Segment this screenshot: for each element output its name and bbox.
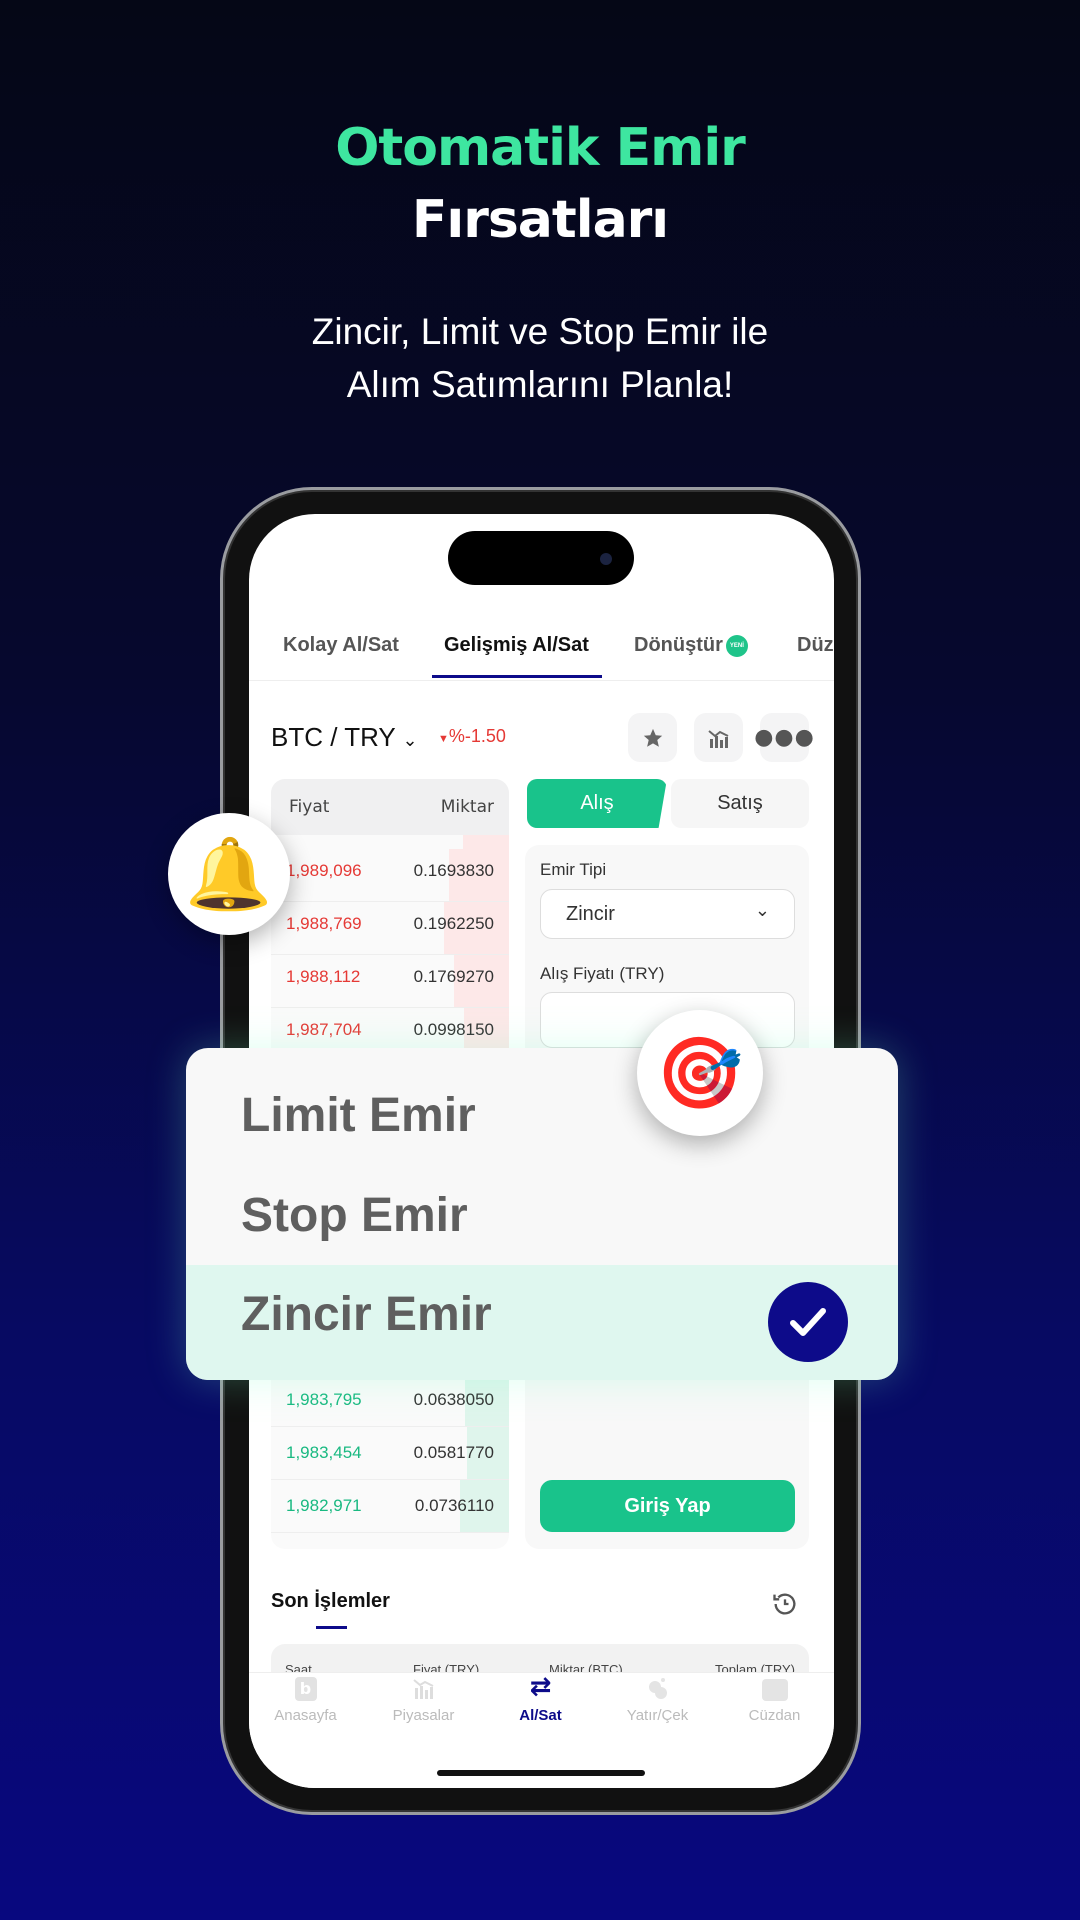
bid-amount: 0.0638050	[413, 1390, 494, 1409]
target-badge: 🎯	[637, 1010, 763, 1136]
menu-item-zincir[interactable]: Zincir Emir	[186, 1265, 898, 1380]
tab-duz[interactable]: Düz	[797, 634, 834, 657]
history-icon	[773, 1593, 796, 1615]
nav-label: Piyasalar	[392, 1707, 455, 1724]
login-button[interactable]: Giriş Yap	[540, 1480, 795, 1532]
order-type-select[interactable]: Zincir ⌄	[540, 889, 795, 939]
down-triangle-icon: ▼	[438, 733, 449, 745]
more-button[interactable]: ●●●	[754, 713, 814, 762]
bid-row[interactable]: 1,982,971 0.0736110	[271, 1480, 509, 1533]
tab-divider	[249, 680, 834, 681]
tab-donustur-label: Dönüştür	[634, 634, 723, 656]
nav-markets[interactable]: Piyasalar	[365, 1671, 482, 1724]
ask-amount: 0.1693830	[413, 861, 494, 880]
bid-amount: 0.0736110	[414, 1496, 494, 1515]
order-type-label: Emir Tipi	[540, 860, 607, 879]
target-dart-icon: 🎯	[656, 1032, 744, 1114]
ask-amount: 0.1962250	[413, 914, 494, 933]
nav-label: Anasayfa	[274, 1707, 337, 1724]
order-type-menu: Limit Emir Stop Emir Zincir Emir	[186, 1048, 898, 1380]
depth-bar	[463, 835, 509, 849]
ask-amount: 0.1769270	[413, 967, 494, 986]
menu-item-zincir-label: Zincir Emir	[241, 1288, 492, 1341]
header-amount: Miktar	[440, 797, 494, 817]
pair-selector[interactable]: BTC / TRY ⌄	[271, 722, 418, 753]
ask-price: 1,988,112	[286, 967, 361, 986]
home-indicator	[437, 1770, 645, 1776]
ask-price: 1,987,704	[286, 1020, 362, 1039]
chevron-down-icon: ⌄	[402, 730, 418, 750]
ask-row[interactable]: 1,989,096 0.1693830	[271, 849, 509, 902]
more-icon: ●●●	[754, 725, 815, 750]
bid-price: 1,983,795	[286, 1390, 362, 1409]
history-button[interactable]	[771, 1590, 799, 1622]
pair-name: BTC / TRY	[271, 722, 396, 752]
nav-home[interactable]: b Anasayfa	[247, 1671, 364, 1724]
ask-row[interactable]: 1,988,769 0.1962250	[271, 902, 509, 955]
ask-price: 1,988,769	[286, 914, 362, 933]
coins-icon	[648, 1678, 667, 1699]
bell-badge: 🔔	[168, 813, 290, 935]
chart-button[interactable]	[694, 713, 743, 762]
hero-title-line1: Otomatik Emir	[335, 118, 746, 178]
price-change: ▼%-1.50	[438, 726, 506, 747]
sell-tab[interactable]: Satış	[671, 779, 809, 828]
bid-row[interactable]: 1,983,795 0.0638050	[271, 1374, 509, 1427]
recent-trades-title[interactable]: Son İşlemler	[271, 1590, 390, 1613]
nav-trade[interactable]: ⇄ Al/Sat	[482, 1671, 599, 1724]
chevron-down-icon: ⌄	[754, 900, 770, 921]
bid-row[interactable]: 1,983,454 0.0581770	[271, 1427, 509, 1480]
favorite-button[interactable]	[628, 713, 677, 762]
menu-item-limit[interactable]: Limit Emir	[241, 1088, 476, 1143]
nav-deposit[interactable]: Yatır/Çek	[599, 1671, 716, 1724]
wallet-icon	[761, 1679, 788, 1701]
bid-amount: 0.0581770	[413, 1443, 494, 1462]
menu-item-stop[interactable]: Stop Emir	[241, 1188, 468, 1243]
hero-subtitle-line2: Alım Satımlarını Planla!	[346, 364, 734, 405]
new-badge: YENİ	[725, 634, 748, 657]
tab-donustur[interactable]: Dönüştür YENİ	[634, 634, 748, 657]
ask-amount: 0.0998150	[413, 1020, 494, 1039]
swap-arrows-icon: ⇄	[529, 1672, 552, 1702]
tab-kolay[interactable]: Kolay Al/Sat	[283, 634, 399, 657]
order-type-value: Zincir	[566, 903, 615, 925]
price-label: Alış Fiyatı (TRY)	[540, 964, 665, 983]
ask-price: 1,989,096	[286, 861, 362, 880]
home-logo-icon: b	[294, 1677, 317, 1701]
chart-icon	[707, 729, 728, 748]
nav-label: Cüzdan	[748, 1707, 801, 1724]
bid-price: 1,983,454	[286, 1443, 362, 1462]
bid-price: 1,982,971	[286, 1496, 362, 1515]
price-change-value: %-1.50	[448, 726, 506, 746]
hero-subtitle-line1: Zincir, Limit ve Stop Emir ile	[311, 311, 769, 352]
recent-trades-indicator	[316, 1626, 347, 1629]
ask-row[interactable]: 1,988,112 0.1769270	[271, 955, 509, 1008]
nav-wallet[interactable]: Cüzdan	[716, 1671, 833, 1724]
tab-gelismis[interactable]: Gelişmiş Al/Sat	[444, 634, 589, 657]
camera-icon	[600, 553, 612, 565]
active-tab-indicator	[432, 675, 602, 678]
check-icon	[768, 1282, 848, 1362]
bell-icon: 🔔	[185, 833, 273, 915]
order-book-header: Fiyat Miktar	[271, 779, 509, 835]
markets-icon	[412, 1679, 433, 1699]
buy-tab[interactable]: Alış	[527, 779, 667, 828]
star-icon	[643, 728, 662, 747]
hero-title-line2: Fırsatları	[411, 190, 669, 250]
nav-label: Al/Sat	[519, 1707, 562, 1724]
nav-label: Yatır/Çek	[626, 1707, 689, 1724]
header-price: Fiyat	[289, 797, 330, 817]
